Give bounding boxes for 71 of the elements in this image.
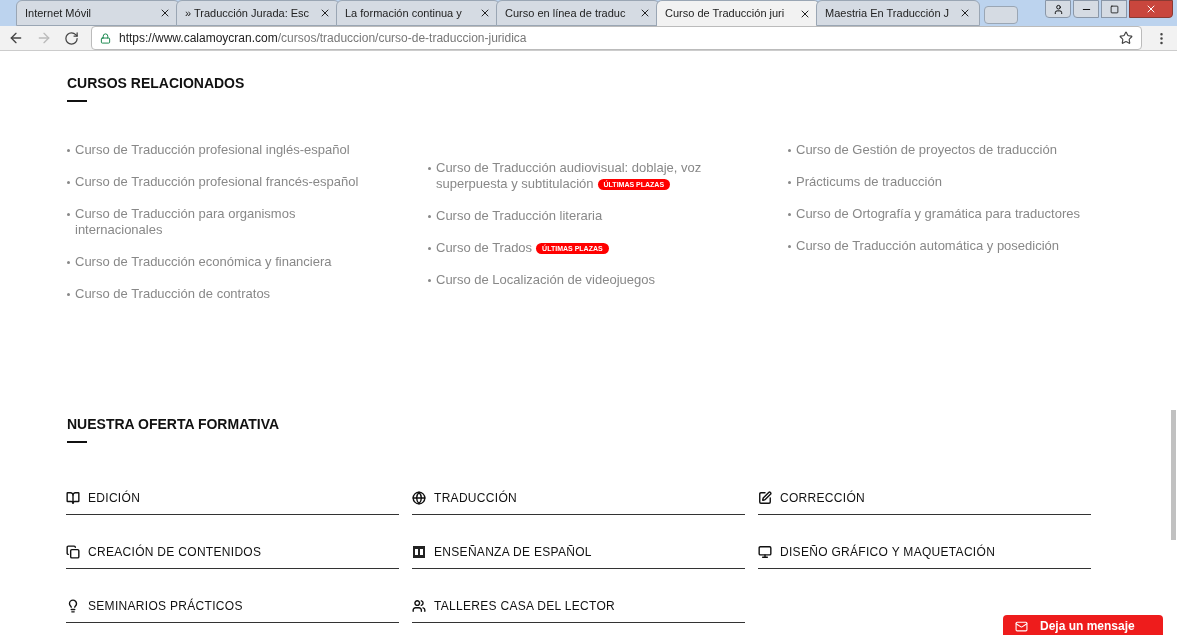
bullet-icon — [788, 149, 791, 152]
course-link[interactable]: Curso de Traducción profesional inglés-español — [75, 142, 350, 158]
category-link[interactable]: TALLERES CASA DEL LECTOR — [412, 589, 745, 623]
tab-title: Curso de Traducción juri — [665, 6, 786, 22]
monitor-icon — [758, 544, 772, 559]
course-link[interactable]: Prácticums de traducción — [796, 174, 942, 190]
course-link[interactable]: Curso de Localización de videojuegos — [436, 272, 655, 288]
tab-title: Internet Móvil — [25, 5, 93, 21]
bullet-icon — [788, 245, 791, 248]
bookmark-star-icon[interactable] — [1119, 31, 1133, 45]
course-link[interactable]: Curso de Traducción de contratos — [75, 286, 271, 302]
bullet-icon — [788, 213, 791, 216]
close-icon[interactable] — [959, 7, 971, 19]
browser-tab[interactable]: Internet Móvil — [16, 0, 180, 26]
lightbulb-icon — [66, 598, 80, 613]
course-link[interactable]: Curso de Ortografía y gramática para traductores — [796, 206, 1080, 222]
lock-icon — [100, 32, 111, 44]
back-icon[interactable] — [8, 30, 24, 46]
close-icon[interactable] — [479, 7, 491, 19]
globe-icon — [412, 490, 426, 505]
section-heading: CURSOS RELACIONADOS — [67, 74, 245, 93]
message-button[interactable]: Deja un mensaje — [1003, 615, 1163, 635]
close-icon[interactable] — [639, 7, 651, 19]
maximize-icon — [1109, 4, 1119, 14]
book-icon — [66, 490, 80, 505]
close-icon — [1145, 3, 1157, 15]
category-link[interactable]: CORRECCIÓN — [758, 481, 1091, 515]
close-icon[interactable] — [159, 7, 171, 19]
bullet-icon — [67, 293, 70, 296]
tab-title: La formación continua y — [345, 5, 463, 21]
profile-button[interactable] — [1045, 0, 1071, 18]
close-window-button[interactable] — [1129, 0, 1173, 18]
category-link[interactable]: EDICIÓN — [66, 481, 399, 515]
bullet-icon — [67, 149, 70, 152]
person-icon — [1052, 3, 1064, 15]
bullet-icon — [67, 261, 70, 264]
course-link[interactable]: Curso de Gestión de proyectos de traducción — [796, 142, 1057, 158]
bullet-icon — [428, 247, 431, 250]
category-link[interactable]: TRADUCCIÓN — [412, 481, 745, 515]
course-link[interactable]: Curso de Traducción económica y financiera — [75, 254, 332, 270]
section-heading: NUESTRA OFERTA FORMATIVA — [67, 415, 280, 434]
tab-title: Maestria En Traducción J — [825, 5, 951, 21]
browser-tab[interactable]: La formación continua y — [336, 0, 500, 26]
address-bar[interactable]: https://www.calamoycran.com/cursos/traduccion/curso-de-traduccion-juridica — [91, 26, 1142, 50]
bullet-icon — [788, 181, 791, 184]
browser-tab[interactable]: Maestria En Traducción J — [816, 0, 980, 26]
category-link[interactable]: SEMINARIOS PRÁCTICOS — [66, 589, 399, 623]
category-link[interactable]: CREACIÓN DE CONTENIDOS — [66, 535, 399, 569]
bullet-icon — [428, 279, 431, 282]
browser-tab[interactable]: » Traducción Jurada: Esc — [176, 0, 340, 26]
users-icon — [412, 598, 426, 613]
tab-title: Curso en línea de traduc — [505, 5, 627, 21]
browser-tab[interactable]: Curso en línea de traduc — [496, 0, 660, 26]
pages-icon — [66, 544, 80, 559]
envelope-icon — [1015, 619, 1028, 633]
course-link[interactable]: Curso de Traducción literaria — [436, 208, 603, 224]
bullet-icon — [428, 215, 431, 218]
close-icon[interactable] — [319, 7, 331, 19]
course-link[interactable]: Curso de Traducción profesional francés-español — [75, 174, 359, 190]
course-link[interactable]: Curso de Traducción automática y posedición — [796, 238, 1060, 254]
reload-icon[interactable] — [64, 30, 79, 46]
category-link[interactable]: ENSEÑANZA DE ESPAÑOL — [412, 535, 745, 569]
bullet-icon — [67, 181, 70, 184]
url-text: https://www.calamoycran.com/cursos/traduccion/curso-de-traduccion-juridica — [119, 30, 528, 47]
bullet-icon — [428, 167, 431, 170]
edit-icon — [758, 490, 772, 505]
course-link[interactable]: Curso de Traducción para organismos internacionales — [75, 206, 375, 238]
tab-title: » Traducción Jurada: Esc — [185, 5, 311, 21]
category-link[interactable]: DISEÑO GRÁFICO Y MAQUETACIÓN — [758, 535, 1091, 569]
maximize-button[interactable] — [1101, 0, 1127, 18]
bullet-icon — [67, 213, 70, 216]
